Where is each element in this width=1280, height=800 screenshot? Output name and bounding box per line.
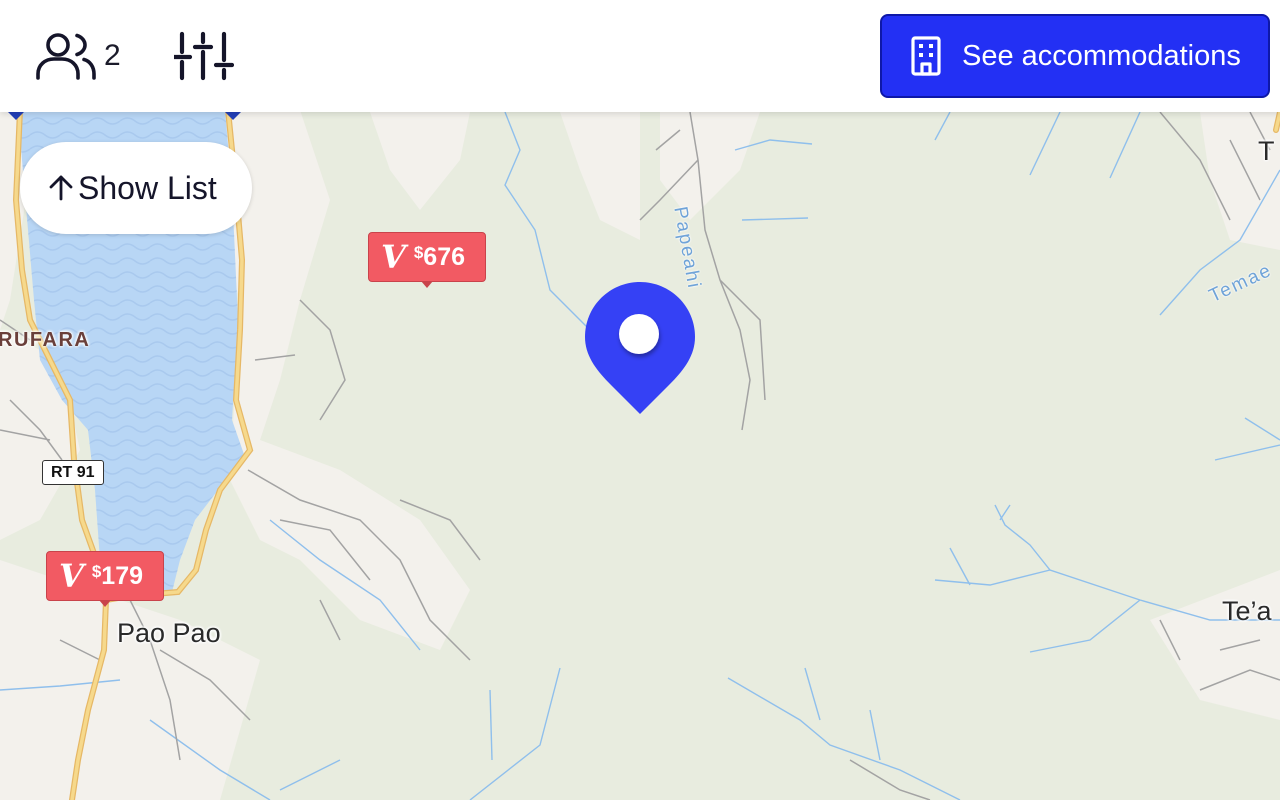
show-list-label: Show List [78,169,217,206]
see-accommodations-button[interactable]: See accommodations [880,14,1270,98]
location-pin-icon[interactable] [584,282,696,416]
place-label-pao-pao: Pao Pao [117,618,221,648]
show-list-button[interactable]: Show List [20,142,252,234]
price-marker-676[interactable]: V $ 676 [368,232,486,288]
see-accommodations-label: See accommodations [962,39,1241,72]
price-amount: 179 [101,561,144,590]
v-logo-icon: V [59,557,84,595]
road-shield-rt-91: RT 91 [42,460,104,485]
arrow-up-icon [49,175,73,201]
filters-button[interactable] [171,30,235,82]
price-currency: $ [413,243,424,262]
price-currency: $ [91,562,102,581]
price-amount: 676 [423,242,466,271]
map-canvas[interactable]: Pao Pao RUFARA Te’a T Papeahi Temae RT 9… [0,0,1280,800]
place-label-teavaro: Te’a [1222,596,1272,626]
building-icon [911,36,941,76]
guests-button[interactable]: 2 [34,30,121,82]
v-logo-icon: V [381,238,406,276]
users-icon [36,33,96,80]
top-bar: 2 See accommodations [0,0,1280,112]
price-marker-179[interactable]: V $ 179 [46,551,164,607]
place-label-top-right: T [1258,136,1275,166]
place-label-urufara: RUFARA [0,329,91,351]
sliders-icon [171,31,235,81]
guests-count: 2 [104,39,121,72]
